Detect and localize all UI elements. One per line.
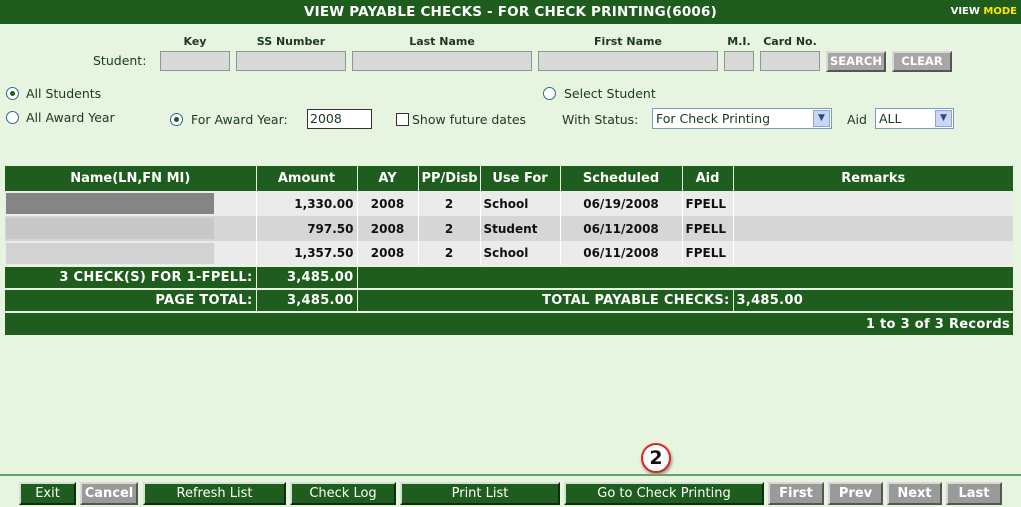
table-row[interactable]: 1,330.00 2008 2 School 06/19/2008 FPELL <box>5 191 1013 216</box>
redacted-name <box>6 242 214 264</box>
all-award-year-radio[interactable] <box>6 111 19 124</box>
student-label: Student: <box>93 53 147 68</box>
col-header-name[interactable]: Name(LN,FN MI) <box>5 166 256 191</box>
callout-badge: 2 <box>641 443 671 473</box>
mi-input[interactable] <box>724 51 754 71</box>
all-students-label: All Students <box>26 86 102 101</box>
prev-page-button[interactable]: Prev <box>828 482 883 505</box>
table-row[interactable]: 797.50 2008 2 Student 06/11/2008 FPELL <box>5 216 1013 241</box>
chevron-down-icon: ▼ <box>813 110 830 127</box>
remarks-cell <box>732 191 1013 216</box>
last-name-input[interactable] <box>352 51 532 71</box>
use-for-cell: School <box>479 241 560 266</box>
show-future-label: Show future dates <box>412 112 527 127</box>
title-bar: VIEW PAYABLE CHECKS - FOR CHECK PRINTING… <box>0 0 1021 24</box>
pp-disb-cell: 2 <box>417 191 480 216</box>
ay-cell: 2008 <box>356 216 418 241</box>
amount-cell: 1,330.00 <box>255 191 357 216</box>
status-select[interactable]: For Check Printing ▼ <box>652 108 832 129</box>
mode-indicator: VIEW MODE <box>951 6 1017 17</box>
subtotal-filler <box>356 265 1013 289</box>
key-input[interactable] <box>160 51 230 71</box>
use-for-cell: School <box>479 191 560 216</box>
next-page-button[interactable]: Next <box>887 482 942 505</box>
award-year-input[interactable]: 2008 <box>307 109 372 129</box>
page-total-value: 3,485.00 <box>255 288 357 312</box>
card-no-header: Card No. <box>763 35 817 48</box>
for-award-year-label: For Award Year: <box>191 112 288 127</box>
scheduled-cell: 06/19/2008 <box>559 191 682 216</box>
exit-button[interactable]: Exit <box>19 482 76 505</box>
pp-disb-cell: 2 <box>417 216 480 241</box>
check-log-button[interactable]: Check Log <box>290 482 396 505</box>
pp-disb-cell: 2 <box>417 241 480 266</box>
redacted-name <box>6 218 214 239</box>
select-student-radio[interactable] <box>543 87 556 100</box>
use-for-cell: Student <box>479 216 560 241</box>
col-header-ay[interactable]: AY <box>356 166 418 191</box>
remarks-cell <box>732 216 1013 241</box>
aid-label: Aid <box>847 112 867 127</box>
last-name-header: Last Name <box>409 35 475 48</box>
last-page-button[interactable]: Last <box>946 482 1002 505</box>
mode-label: MODE <box>983 6 1017 17</box>
col-header-use-for[interactable]: Use For <box>479 166 560 191</box>
col-header-aid[interactable]: Aid <box>681 166 733 191</box>
col-header-scheduled[interactable]: Scheduled <box>559 166 682 191</box>
scheduled-cell: 06/11/2008 <box>559 241 682 266</box>
first-name-header: First Name <box>594 35 662 48</box>
show-future-checkbox[interactable] <box>396 113 409 126</box>
card-no-input[interactable] <box>760 51 820 71</box>
page-total-label: PAGE TOTAL: <box>5 288 256 312</box>
status-value: For Check Printing <box>656 111 771 126</box>
search-button[interactable]: SEARCH <box>826 51 886 72</box>
cancel-button[interactable]: Cancel <box>80 482 138 505</box>
page-total-row: PAGE TOTAL: 3,485.00 TOTAL PAYABLE CHECK… <box>5 288 1013 312</box>
records-row: 1 to 3 of 3 Records <box>5 311 1013 335</box>
total-payable-label: TOTAL PAYABLE CHECKS: <box>356 288 733 312</box>
aid-cell: FPELL <box>681 191 733 216</box>
scheduled-cell: 06/11/2008 <box>559 216 682 241</box>
checks-table: Name(LN,FN MI) Amount AY PP/Disb Use For… <box>5 166 1013 335</box>
table-header-row: Name(LN,FN MI) Amount AY PP/Disb Use For… <box>5 166 1013 191</box>
first-name-input[interactable] <box>538 51 718 71</box>
aid-cell: FPELL <box>681 216 733 241</box>
records-count: 1 to 3 of 3 Records <box>5 311 1013 335</box>
select-student-label: Select Student <box>564 86 656 101</box>
footer-toolbar: Exit Cancel Refresh List Check Log Print… <box>0 474 1021 507</box>
ss-number-header: SS Number <box>256 35 326 48</box>
print-list-button[interactable]: Print List <box>400 482 560 505</box>
aid-select[interactable]: ALL ▼ <box>875 108 954 129</box>
ss-number-input[interactable] <box>236 51 346 71</box>
aid-value: ALL <box>879 111 902 126</box>
subtotal-value: 3,485.00 <box>255 265 357 289</box>
clear-button[interactable]: CLEAR <box>892 51 952 72</box>
total-payable-value: 3,485.00 <box>732 288 1013 312</box>
key-header: Key <box>183 35 207 48</box>
redacted-name <box>6 193 214 214</box>
aid-cell: FPELL <box>681 241 733 266</box>
all-students-radio[interactable] <box>6 87 19 100</box>
remarks-cell <box>732 241 1013 266</box>
mode-prefix: VIEW <box>950 6 984 17</box>
with-status-label: With Status: <box>562 112 639 127</box>
amount-cell: 1,357.50 <box>255 241 357 266</box>
chevron-down-icon: ▼ <box>935 110 952 127</box>
mi-header: M.I. <box>727 35 751 48</box>
ay-cell: 2008 <box>356 241 418 266</box>
subtotal-label: 3 CHECK(S) FOR 1-FPELL: <box>5 265 256 289</box>
refresh-list-button[interactable]: Refresh List <box>143 482 286 505</box>
col-header-remarks[interactable]: Remarks <box>732 166 1013 191</box>
page-title: VIEW PAYABLE CHECKS - FOR CHECK PRINTING… <box>304 4 717 20</box>
amount-cell: 797.50 <box>255 216 357 241</box>
col-header-pp-disb[interactable]: PP/Disb <box>417 166 480 191</box>
go-to-check-printing-button[interactable]: Go to Check Printing <box>564 482 764 505</box>
first-page-button[interactable]: First <box>768 482 824 505</box>
for-award-year-radio[interactable] <box>170 113 183 126</box>
subtotal-row: 3 CHECK(S) FOR 1-FPELL: 3,485.00 <box>5 265 1013 289</box>
ay-cell: 2008 <box>356 191 418 216</box>
all-award-year-label: All Award Year <box>26 110 115 125</box>
col-header-amount[interactable]: Amount <box>255 166 357 191</box>
table-row[interactable]: 1,357.50 2008 2 School 06/11/2008 FPELL <box>5 241 1013 266</box>
